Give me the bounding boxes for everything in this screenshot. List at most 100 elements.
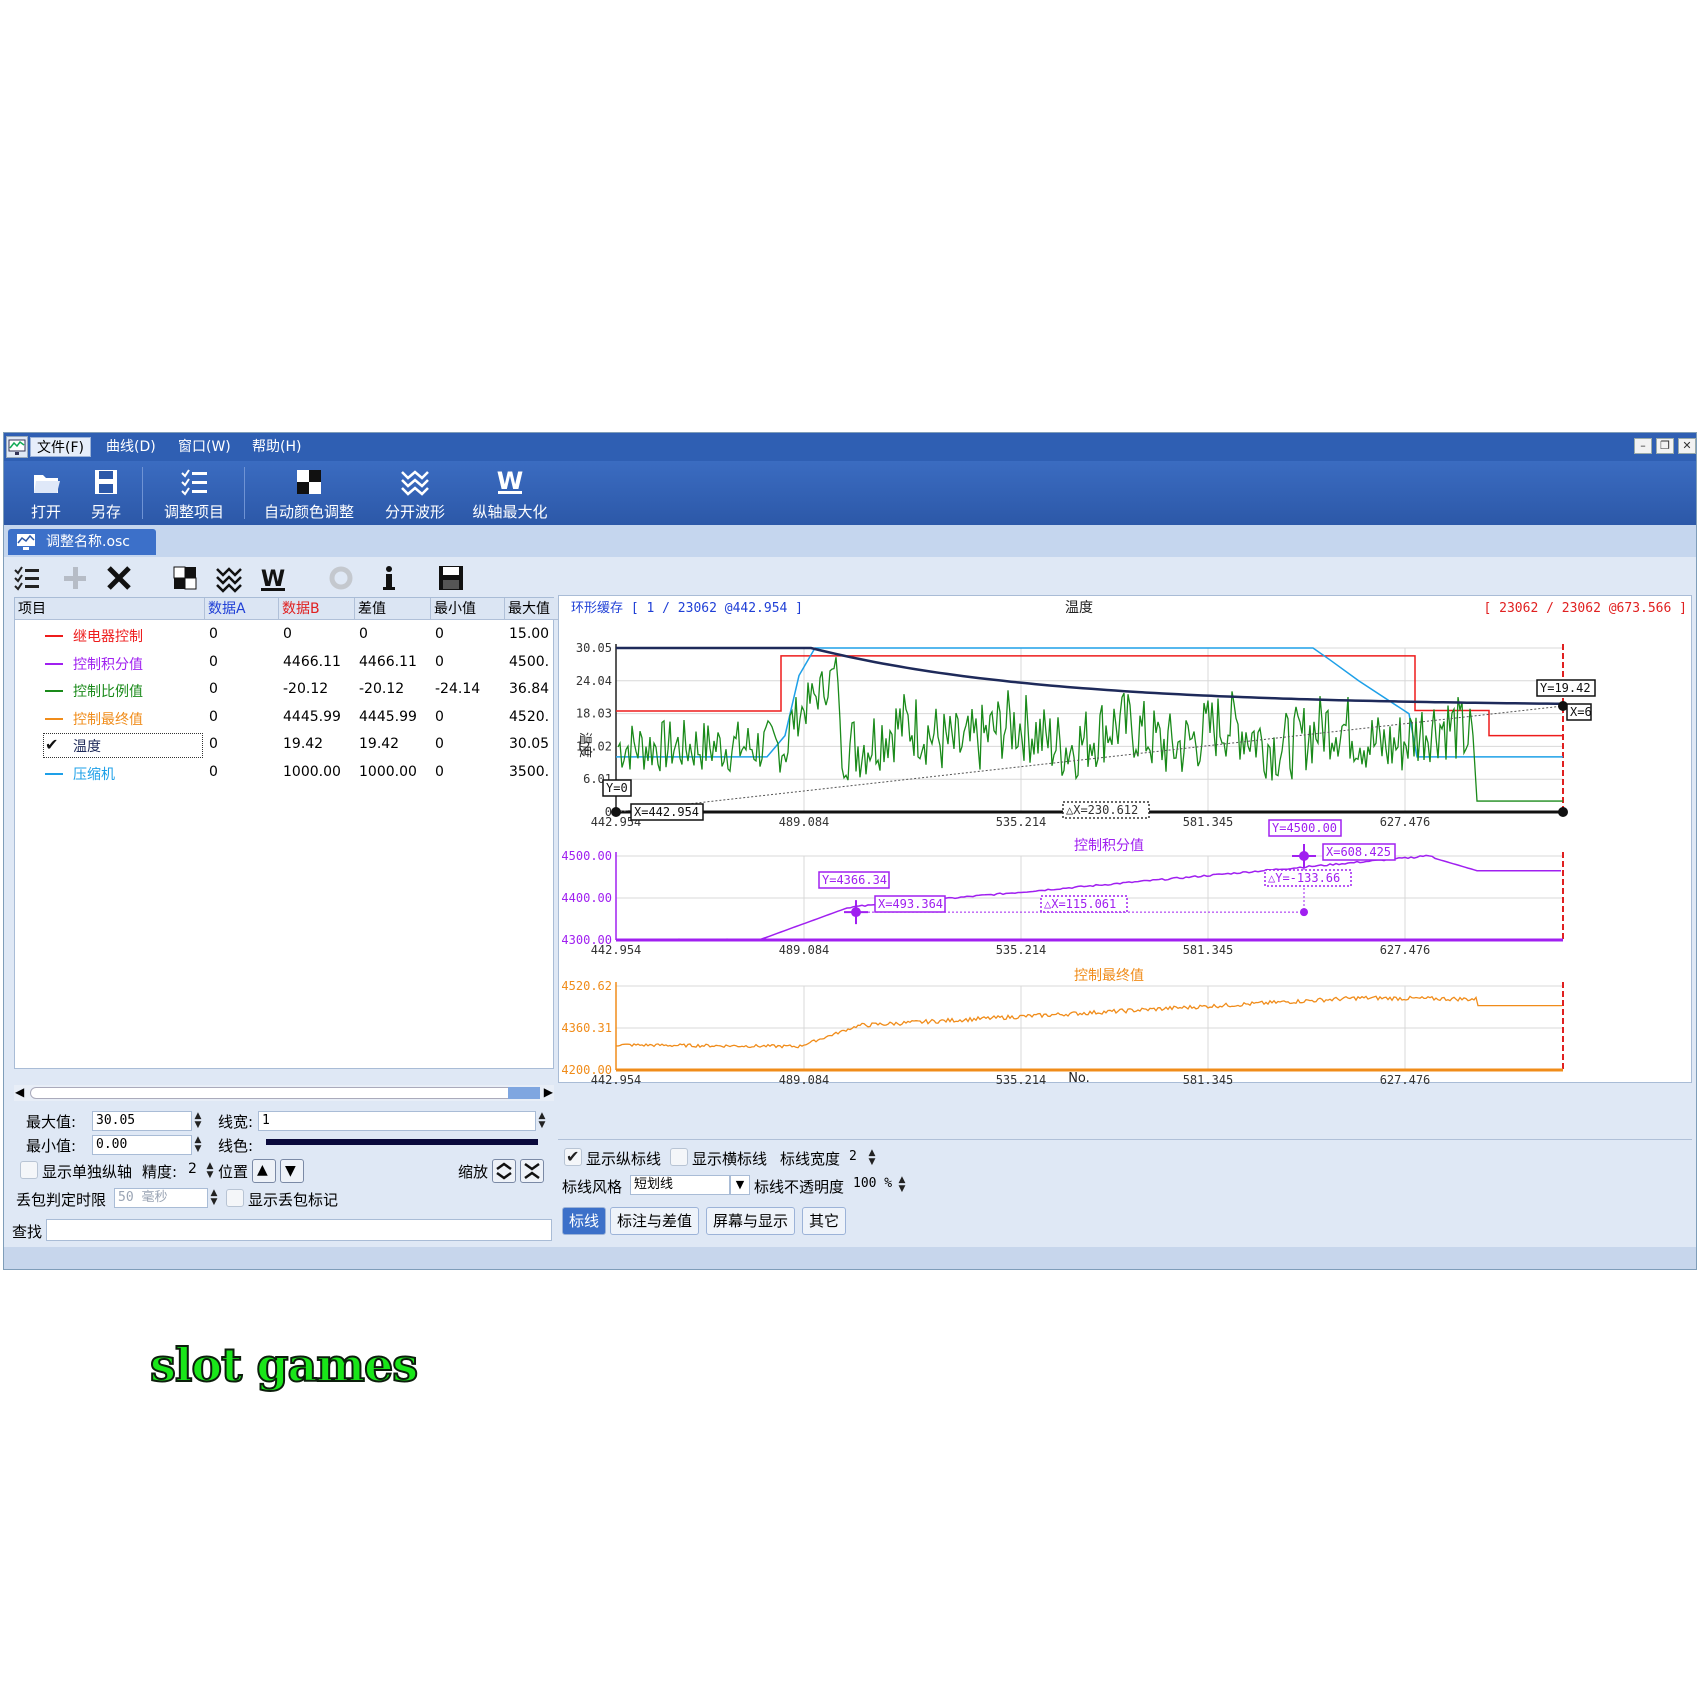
delta-y-label: △Y=-133.66	[1268, 871, 1340, 885]
max-value-spinner[interactable]: ▲ ▼	[192, 1112, 204, 1130]
color-button[interactable]	[170, 563, 200, 593]
menu-bar: 文件(F) 曲线(D) 窗口(W) 帮助(H) – ❐ ✕	[4, 433, 1696, 461]
marker-x-label: X=6	[1570, 705, 1592, 719]
min-value-spinner[interactable]: ▲ ▼	[192, 1136, 204, 1154]
chevron-down-icon[interactable]: ▼	[730, 1175, 750, 1195]
series-name: 压缩机	[73, 766, 115, 783]
tab-screen-display[interactable]: 屏幕与显示	[706, 1207, 796, 1235]
menu-window[interactable]: 窗口(W)	[172, 437, 237, 457]
menu-curve[interactable]: 曲线(D)	[100, 437, 162, 457]
panel-title: 温度	[1065, 600, 1093, 616]
refresh-button[interactable]	[326, 563, 356, 593]
table-row[interactable]: 继电器控制 0 0 0 0 15.00	[15, 622, 555, 649]
tab-markers[interactable]: 标线	[562, 1207, 607, 1235]
zoom-in-button[interactable]	[492, 1159, 516, 1183]
table-row[interactable]: ✔ 温度 0 19.42 19.42 0 30.05	[15, 732, 555, 759]
scrollbar-thumb[interactable]	[508, 1087, 540, 1099]
marker-point[interactable]	[1299, 851, 1309, 861]
min-value-input[interactable]: 0.00	[92, 1135, 192, 1155]
max-value-input[interactable]: 30.05	[92, 1111, 192, 1131]
folder-icon	[34, 475, 60, 493]
table-row[interactable]: 控制比例值 0 -20.12 -20.12 -24.14 36.84	[15, 677, 555, 704]
column-header[interactable]: 数据A	[205, 598, 279, 620]
auto-color-button[interactable]: 自动颜色调整	[258, 465, 360, 521]
scroll-right-icon[interactable]: ▶	[544, 1085, 553, 1099]
cell-max: 15.00	[509, 626, 550, 642]
marker-y-label: Y=4500.00	[1272, 821, 1337, 835]
column-header[interactable]: 数据B	[279, 598, 355, 620]
precision-spinner[interactable]: ▲ ▼	[204, 1162, 216, 1180]
list-horizontal-scrollbar[interactable]: ◀ ▶	[14, 1085, 554, 1101]
cell-diff: 4466.11	[359, 653, 417, 670]
save-as-label: 另存	[90, 503, 121, 521]
waveform-plot[interactable]: 环形缓存 [ 1 / 23062 @442.954 ] [ 23062 / 230…	[559, 596, 1693, 1084]
column-header[interactable]: 最大值	[505, 598, 565, 620]
split-waves-button[interactable]: 分开波形	[380, 465, 450, 521]
marker-width-spinner[interactable]: ▲ ▼	[866, 1149, 878, 1167]
show-vertical-marker-checkbox[interactable]	[564, 1147, 582, 1166]
loss-timeout-spinner[interactable]: ▲ ▼	[208, 1189, 220, 1207]
marker-point[interactable]	[611, 807, 621, 817]
find-input[interactable]	[46, 1219, 552, 1241]
precision-value[interactable]: 2	[188, 1161, 197, 1177]
column-header[interactable]: 差值	[355, 598, 431, 620]
restore-icon[interactable]: ❐	[1656, 438, 1674, 454]
line-color-swatch[interactable]	[266, 1139, 538, 1145]
document-tab[interactable]: 调整名称.osc	[8, 529, 156, 555]
marker-opacity-spinner[interactable]: ▲ ▼	[896, 1176, 908, 1194]
save-as-button[interactable]: 另存	[80, 465, 132, 521]
maximize-axis-button[interactable]: W	[258, 563, 288, 593]
checklist-icon	[181, 469, 207, 496]
marker-width-input[interactable]: 2	[846, 1148, 866, 1168]
add-button[interactable]	[60, 563, 90, 593]
marker-opacity-input[interactable]: 100 %	[850, 1175, 896, 1195]
checkmark-icon[interactable]: ✔	[45, 735, 58, 754]
series-name: 控制最终值	[73, 711, 143, 728]
table-row[interactable]: 控制积分值 0 4466.11 4466.11 0 4500.	[15, 650, 555, 677]
save-button[interactable]	[436, 563, 466, 593]
max-y-axis-button[interactable]: W 纵轴最大化	[468, 465, 552, 521]
position-down-button[interactable]: ▼	[280, 1159, 304, 1183]
cell-min: 0	[435, 653, 444, 670]
menu-file[interactable]: 文件(F)	[30, 437, 91, 457]
open-button[interactable]: 打开	[18, 465, 74, 521]
column-header[interactable]: 最小值	[431, 598, 505, 620]
app-window: 文件(F) 曲线(D) 窗口(W) 帮助(H) – ❐ ✕ 打开 另存 调整项目…	[3, 432, 1697, 1270]
minimize-icon[interactable]: –	[1634, 438, 1652, 454]
close-icon	[107, 566, 131, 590]
adjust-items-button[interactable]: 调整项目	[154, 465, 234, 521]
show-single-axis-checkbox[interactable]	[20, 1161, 38, 1179]
position-up-button[interactable]: ▲	[252, 1159, 276, 1183]
waves-icon	[401, 470, 429, 496]
plot-panel[interactable]: 环形缓存 [ 1 / 23062 @442.954 ] [ 23062 / 230…	[558, 595, 1693, 1084]
tab-other[interactable]: 其它	[802, 1207, 847, 1235]
compress-icon	[524, 1162, 540, 1180]
loss-timeout-input[interactable]: 50 毫秒	[114, 1188, 208, 1208]
column-header[interactable]: 项目	[15, 598, 205, 620]
split-button[interactable]	[214, 563, 244, 593]
x-tick-label: 581.345	[1183, 943, 1234, 957]
cell-a: 0	[209, 763, 218, 780]
marker-point[interactable]	[851, 907, 861, 918]
marker-x-label: X=442.954	[634, 805, 699, 819]
info-button[interactable]	[374, 563, 404, 593]
line-width-spinner[interactable]: ▲ ▼	[536, 1112, 548, 1130]
waves-icon	[216, 567, 242, 593]
delete-button[interactable]	[104, 563, 134, 593]
table-row[interactable]: 控制最终值 0 4445.99 4445.99 0 4520.	[15, 705, 555, 732]
y-tick-label: 4520.62	[561, 979, 612, 993]
zoom-out-button[interactable]	[520, 1159, 544, 1183]
adjust-items-label: 调整项目	[163, 503, 224, 521]
table-row[interactable]: 压缩机 0 1000.00 1000.00 0 3500.	[15, 760, 555, 787]
marker-style-select[interactable]: 短划线	[630, 1175, 730, 1195]
line-width-input[interactable]: 1	[258, 1111, 536, 1131]
close-icon[interactable]: ✕	[1678, 438, 1696, 454]
show-horizontal-marker-checkbox[interactable]	[670, 1148, 688, 1166]
menu-help[interactable]: 帮助(H)	[246, 437, 307, 457]
tab-annotation-diff[interactable]: 标注与差值	[610, 1207, 700, 1235]
show-loss-mark-checkbox[interactable]	[226, 1189, 244, 1207]
scroll-left-icon[interactable]: ◀	[15, 1085, 24, 1099]
checklist-button[interactable]	[12, 563, 42, 593]
marker-point[interactable]	[1558, 807, 1568, 817]
marker-y-label: Y=19.42	[1540, 681, 1591, 695]
